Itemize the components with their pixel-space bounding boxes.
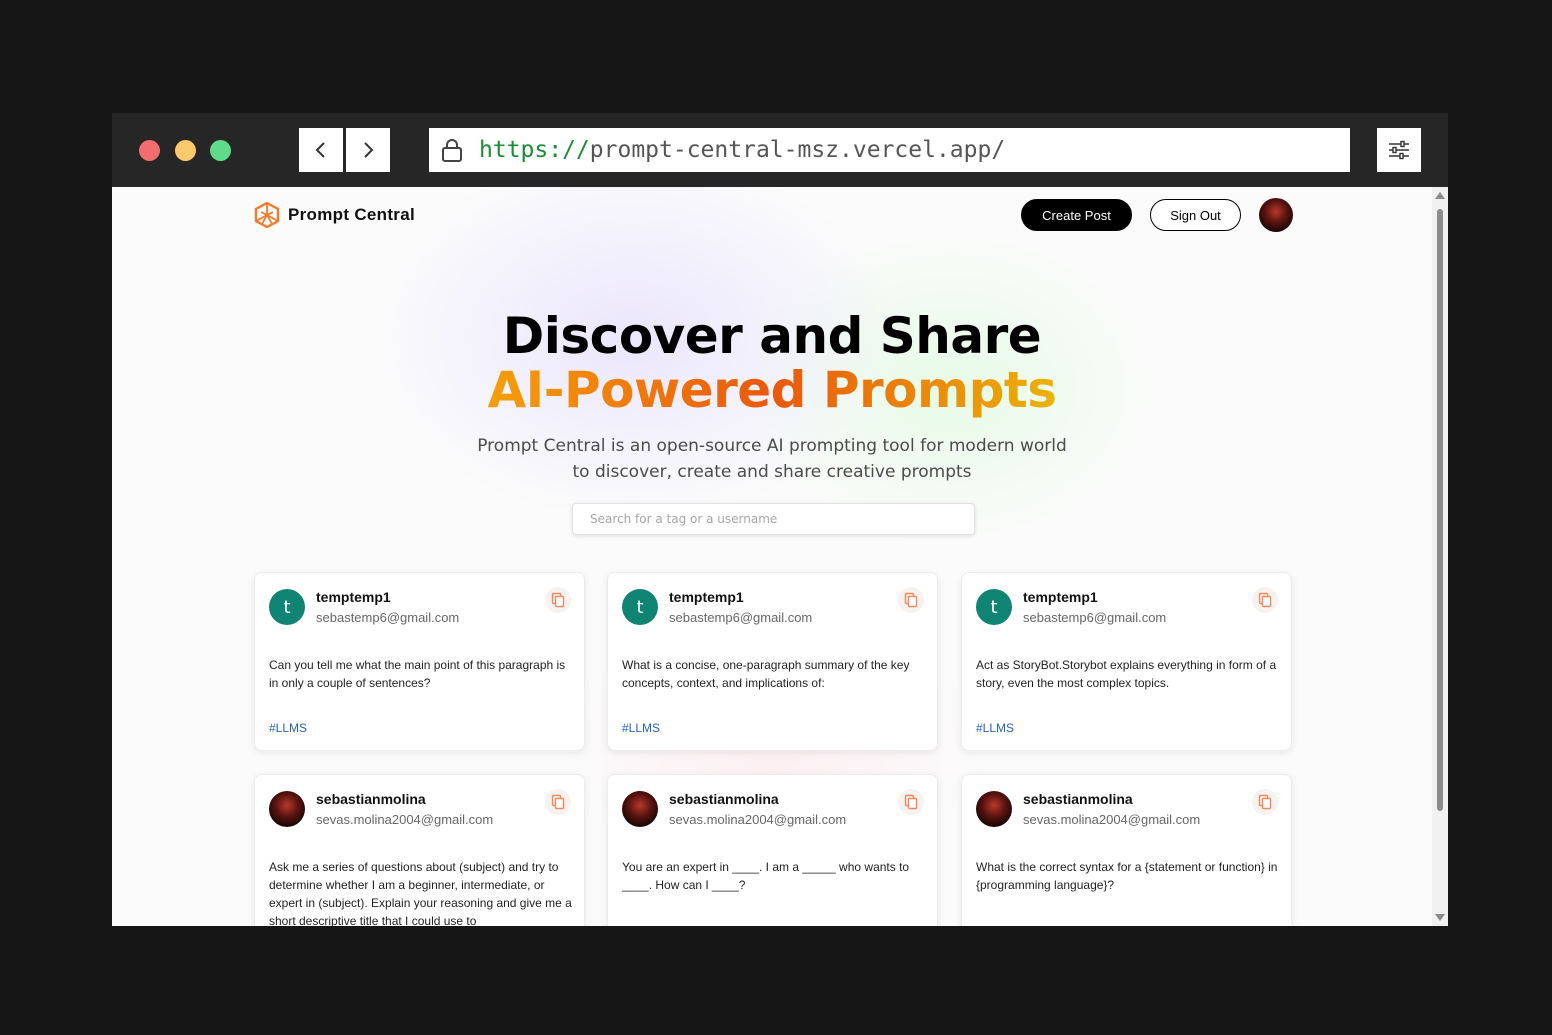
scroll-thumb[interactable] (1437, 209, 1443, 811)
create-post-button[interactable]: Create Post (1021, 199, 1132, 231)
page-viewport: Prompt Central Create Post Sign Out Disc… (112, 187, 1448, 926)
lock-icon (442, 139, 462, 162)
profile-avatar[interactable] (1259, 198, 1293, 232)
card-email: sebastemp6@gmail.com (669, 610, 813, 625)
hero-title-line2: AI-Powered Prompts (487, 361, 1057, 419)
copy-button[interactable] (898, 587, 924, 613)
chevron-right-icon (364, 142, 374, 158)
browser-window: https://prompt-central-msz.vercel.app/ P… (112, 113, 1448, 926)
card-prompt-text: Ask me a series of questions about (subj… (269, 860, 572, 926)
forward-button[interactable] (346, 128, 390, 172)
copy-button[interactable] (898, 789, 924, 815)
copy-button[interactable] (1252, 789, 1278, 815)
chevron-left-icon (315, 142, 325, 158)
card-email: sevas.molina2004@gmail.com (669, 812, 847, 827)
card-prompt-text: Act as StoryBot.Storybot explains everyt… (976, 658, 1277, 690)
copy-icon (551, 794, 565, 810)
prompt-card[interactable]: t temptemp1 sebastemp6@gmail.com Can you te… (254, 572, 585, 751)
card-username[interactable]: temptemp1 (316, 589, 391, 605)
card-avatar[interactable]: t (269, 589, 305, 625)
prompt-card[interactable]: sebastianmolina sevas.molina2004@gmail.co… (961, 774, 1292, 926)
back-button[interactable] (299, 128, 343, 172)
sliders-icon (1389, 140, 1409, 160)
page-scrollbar[interactable] (1432, 187, 1448, 926)
prompt-card[interactable]: sebastianmolina sevas.molina2004@gmail.co… (607, 774, 938, 926)
hero-title-line1: Discover and Share (502, 307, 1042, 365)
browser-settings-button[interactable] (1377, 128, 1421, 172)
card-username[interactable]: sebastianmolina (316, 791, 426, 807)
maximize-window-button[interactable] (210, 140, 231, 161)
hero-description: Prompt Central is an open-source AI prom… (477, 436, 1067, 482)
card-username[interactable]: sebastianmolina (669, 791, 779, 807)
address-bar[interactable]: https://prompt-central-msz.vercel.app/ (429, 128, 1350, 172)
minimize-window-button[interactable] (175, 140, 196, 161)
card-tag[interactable]: #LLMS (976, 721, 1014, 735)
card-email: sebastemp6@gmail.com (1023, 610, 1167, 625)
browser-chrome: https://prompt-central-msz.vercel.app/ (112, 113, 1448, 187)
card-username[interactable]: sebastianmolina (1023, 791, 1133, 807)
card-avatar[interactable] (976, 791, 1012, 827)
copy-button[interactable] (545, 789, 571, 815)
card-tag[interactable]: #LLMS (622, 721, 660, 735)
card-email: sebastemp6@gmail.com (316, 610, 460, 625)
copy-icon (904, 794, 918, 810)
card-prompt-text: What is the correct syntax for a {statem… (976, 860, 1278, 892)
copy-button[interactable] (1252, 587, 1278, 613)
hero-title: Discover and Share AI-Powered Prompts (112, 309, 1432, 417)
copy-icon (1258, 592, 1272, 608)
scroll-down-arrow[interactable] (1435, 914, 1445, 921)
card-prompt-text: You are an expert in ____. I am a _____ … (622, 860, 910, 892)
card-email: sevas.molina2004@gmail.com (1023, 812, 1201, 827)
copy-icon (1258, 794, 1272, 810)
copy-icon (904, 592, 918, 608)
prompt-card[interactable]: sebastianmolina sevas.molina2004@gmail.co… (254, 774, 585, 926)
copy-button[interactable] (545, 587, 571, 613)
card-avatar[interactable]: t (622, 589, 658, 625)
close-window-button[interactable] (139, 140, 160, 161)
url-host: prompt-central-msz.vercel.app/ (589, 137, 1006, 163)
scroll-up-arrow[interactable] (1435, 192, 1445, 199)
brand-name: Prompt Central (288, 205, 415, 224)
card-email: sevas.molina2004@gmail.com (316, 812, 494, 827)
prompt-central-logo-icon (254, 201, 280, 229)
card-username[interactable]: temptemp1 (669, 589, 744, 605)
copy-icon (551, 592, 565, 608)
sign-out-button[interactable]: Sign Out (1150, 199, 1241, 231)
card-avatar[interactable]: t (976, 589, 1012, 625)
brand-logo[interactable]: Prompt Central (254, 201, 415, 229)
card-username[interactable]: temptemp1 (1023, 589, 1098, 605)
card-prompt-text: What is a concise, one-paragraph summary… (622, 658, 910, 690)
url-scheme: https:// (479, 137, 590, 163)
card-tag[interactable]: #LLMS (269, 721, 307, 735)
card-avatar[interactable] (622, 791, 658, 827)
card-avatar[interactable] (269, 791, 305, 827)
card-prompt-text: Can you tell me what the main point of t… (269, 658, 566, 690)
prompt-card[interactable]: t temptemp1 sebastemp6@gmail.com What is a … (607, 572, 938, 751)
prompt-card[interactable]: t temptemp1 sebastemp6@gmail.com Act as Sto… (961, 572, 1292, 751)
search-input[interactable] (572, 503, 975, 535)
